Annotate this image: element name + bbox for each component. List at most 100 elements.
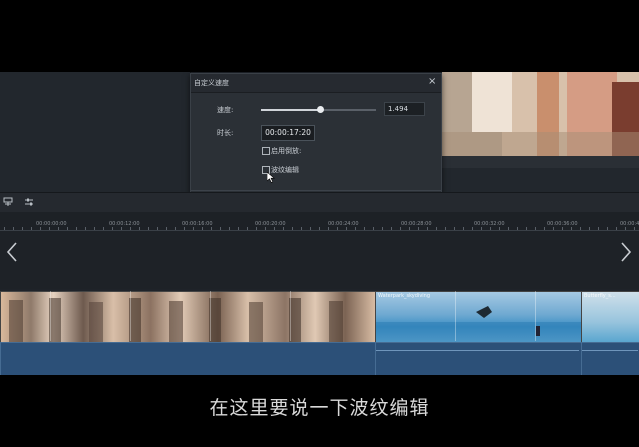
ruler-tick: [553, 227, 554, 230]
ruler-tick: [13, 227, 14, 230]
preview-controls-bar: [442, 156, 639, 168]
ruler-tick: [346, 227, 347, 230]
ruler-tick: [202, 227, 203, 230]
ruler-tick: [67, 227, 68, 230]
chevron-left-icon[interactable]: [6, 241, 18, 263]
ruler-tick: [562, 227, 563, 230]
ruler-tick: [193, 227, 194, 230]
ruler-tick: [544, 227, 545, 230]
ruler-tick: [166, 227, 167, 230]
reverse-checkbox[interactable]: [262, 147, 270, 155]
settings-adjust-icon[interactable]: [24, 197, 34, 207]
ruler-tick: [499, 227, 500, 230]
ruler-tick: [364, 227, 365, 230]
ruler-tick: [571, 227, 572, 230]
ruler-tick: [508, 227, 509, 230]
ruler-tick: [634, 227, 635, 230]
ruler-tick: [616, 227, 617, 230]
empty-track-area: [0, 231, 639, 289]
ruler-time-label: 00:00:40:00: [620, 221, 639, 227]
ruler-time-label: 00:00:16:00: [182, 221, 213, 227]
thumbnail-divider: [290, 291, 291, 341]
video-clip-beach[interactable]: [0, 291, 376, 343]
ruler-tick: [337, 227, 338, 230]
audio-volume-line: [376, 350, 579, 351]
ruler-tick: [229, 227, 230, 230]
audio-clip[interactable]: [581, 342, 639, 376]
ruler-time-label: 00:00:20:00: [255, 221, 286, 227]
ruler-tick: [211, 227, 212, 230]
ruler-tick: [517, 227, 518, 230]
marker-icon[interactable]: [3, 197, 13, 207]
ruler-tick: [526, 227, 527, 230]
ruler-tick: [22, 227, 23, 230]
thumbnail-divider: [210, 291, 211, 341]
audio-volume-line: [582, 350, 638, 351]
ruler-tick: [4, 227, 5, 230]
timeline-toolbar: [0, 192, 639, 213]
ruler-tick: [121, 227, 122, 230]
ruler-tick: [607, 227, 608, 230]
ruler-tick: [148, 227, 149, 230]
ruler-tick: [310, 227, 311, 230]
ruler-tick: [58, 227, 59, 230]
ruler-tick: [535, 227, 536, 230]
ruler-tick: [184, 227, 185, 230]
clip-thumbnails: [9, 298, 343, 342]
speed-slider-handle[interactable]: [317, 106, 324, 113]
ruler-tick: [481, 227, 482, 230]
ruler-tick: [157, 227, 158, 230]
ruler-tick: [409, 227, 410, 230]
clip-thumbnails: [376, 306, 581, 342]
ruler-tick: [454, 227, 455, 230]
thumbnail-divider: [455, 291, 456, 341]
ruler-tick: [328, 227, 329, 230]
ruler-tick: [76, 227, 77, 230]
dialog-title: 自定义速度: [194, 79, 229, 87]
speed-value-input[interactable]: 1.494: [384, 102, 425, 116]
ruler-tick: [94, 227, 95, 230]
audio-clip[interactable]: [0, 342, 376, 376]
ruler-tick: [589, 227, 590, 230]
preview-video: [442, 72, 639, 156]
ruler-tick: [112, 227, 113, 230]
ruler-tick: [319, 227, 320, 230]
ruler-tick: [292, 227, 293, 230]
video-subtitle: 在这里要说一下波纹编辑: [209, 397, 430, 419]
ruler-tick: [436, 227, 437, 230]
preview-frame: [442, 72, 639, 156]
ruler-tick: [598, 227, 599, 230]
ruler-tick: [220, 227, 221, 230]
close-icon[interactable]: ×: [428, 76, 436, 87]
audio-clip[interactable]: [375, 342, 582, 376]
ruler-tick: [283, 227, 284, 230]
mouse-cursor-icon: [267, 172, 275, 183]
media-library-panel: [0, 72, 191, 192]
ruler-tick: [400, 227, 401, 230]
ruler-tick: [463, 227, 464, 230]
ruler-tick: [580, 227, 581, 230]
ruler-tick: [391, 227, 392, 230]
ruler-tick: [85, 227, 86, 230]
ruler-tick: [130, 227, 131, 230]
ripple-edit-label: 波纹编辑: [271, 166, 299, 174]
reverse-label: 启用倒放:: [271, 147, 302, 155]
ruler-tick: [49, 227, 50, 230]
ruler-tick: [139, 227, 140, 230]
thumbnail-divider: [535, 291, 536, 341]
ruler-tick: [301, 227, 302, 230]
ruler-tick: [490, 227, 491, 230]
ruler-tick: [256, 227, 257, 230]
thumbnail-divider: [130, 291, 131, 341]
ruler-tick: [103, 227, 104, 230]
chevron-right-icon[interactable]: [620, 241, 632, 263]
duration-input[interactable]: 00:00:17:20: [261, 125, 315, 141]
ruler-tick: [625, 227, 626, 230]
ruler-tick: [427, 227, 428, 230]
clip-name-label: Waterpark_skydiving: [378, 293, 431, 299]
top-letterbox: [0, 0, 639, 72]
ruler-tick: [418, 227, 419, 230]
thumbnail-divider: [50, 291, 51, 341]
ruler-tick: [355, 227, 356, 230]
duration-label: 时长:: [217, 129, 234, 137]
